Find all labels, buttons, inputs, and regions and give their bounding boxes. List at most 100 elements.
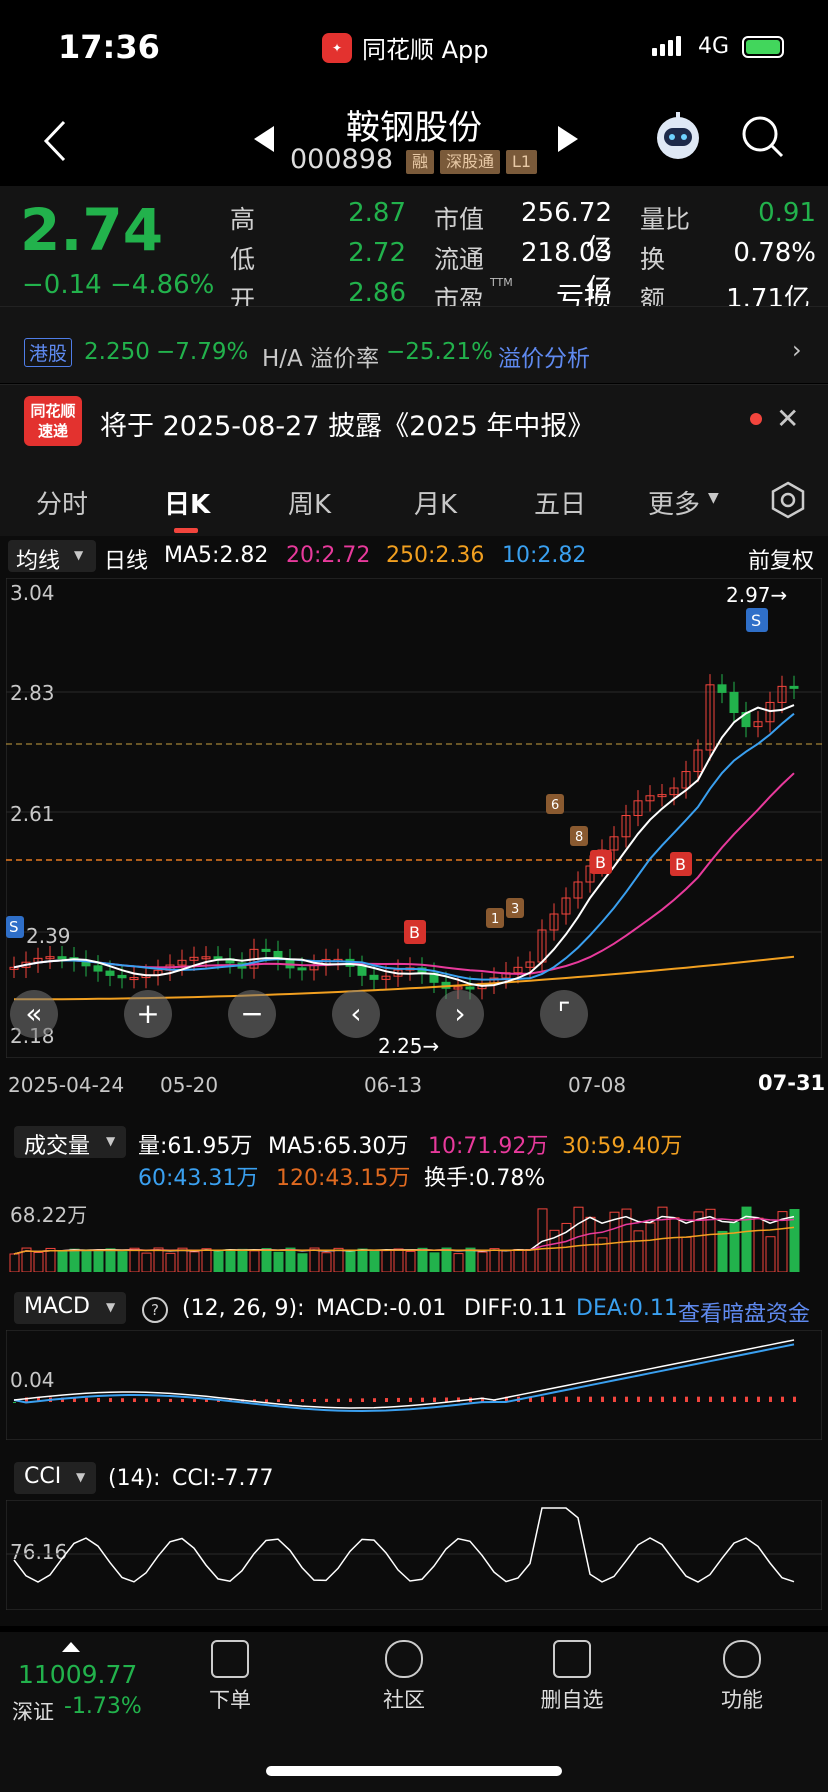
stock-name: 鞍钢股份 bbox=[346, 108, 482, 148]
cci-params: (14): bbox=[108, 1466, 161, 1491]
fullscreen-icon[interactable]: ⌜ bbox=[540, 990, 588, 1038]
volume-bar bbox=[501, 1250, 512, 1272]
kline-chart[interactable]: B B B S S 6 8 1 3 bbox=[6, 578, 822, 1058]
macd-bar bbox=[793, 1396, 796, 1402]
candle bbox=[357, 965, 367, 976]
collapse-left-icon[interactable]: « bbox=[10, 990, 58, 1038]
macd-bar bbox=[373, 1398, 376, 1402]
volume-ma120: 120:43.15万 bbox=[276, 1166, 411, 1191]
volume-bar bbox=[141, 1252, 152, 1272]
macd-value: MACD:-0.01 bbox=[316, 1296, 447, 1321]
volume-bar bbox=[369, 1249, 380, 1272]
community-button[interactable]: 社区 bbox=[344, 1640, 464, 1714]
network-type: 4G bbox=[698, 34, 730, 59]
volume-bar bbox=[477, 1251, 488, 1272]
remove-watchlist-button[interactable]: 删自选 bbox=[512, 1640, 632, 1714]
volume-bar bbox=[9, 1253, 20, 1272]
svg-text:B: B bbox=[595, 853, 606, 872]
zoom-out-icon[interactable]: − bbox=[228, 990, 276, 1038]
volume-turnover: 换手:0.78% bbox=[424, 1166, 546, 1191]
macd-bar bbox=[145, 1398, 148, 1402]
macd-bar bbox=[361, 1398, 364, 1402]
functions-button[interactable]: 功能 bbox=[682, 1640, 802, 1714]
expand-up-icon[interactable] bbox=[62, 1642, 80, 1652]
cci-caret-icon: ▼ bbox=[76, 1470, 86, 1484]
candle bbox=[789, 685, 799, 689]
app-logo-icon: ✦ bbox=[322, 32, 352, 63]
macd-bar bbox=[121, 1398, 124, 1402]
volume-bar bbox=[153, 1247, 164, 1272]
macd-chart[interactable] bbox=[6, 1330, 822, 1440]
macd-bar bbox=[433, 1397, 436, 1402]
volume-bar bbox=[81, 1249, 92, 1272]
macd-bar bbox=[757, 1396, 760, 1402]
macd-bar bbox=[385, 1398, 388, 1402]
tab-more[interactable]: 更多 bbox=[648, 484, 700, 521]
volume-bar bbox=[213, 1249, 224, 1272]
high-value: 2.87 bbox=[348, 198, 406, 228]
adjust-mode[interactable]: 前复权 bbox=[748, 543, 814, 575]
scroll-left-icon[interactable]: ‹ bbox=[332, 990, 380, 1038]
close-icon[interactable]: ✕ bbox=[776, 402, 799, 435]
svg-text:1: 1 bbox=[491, 912, 499, 927]
volume-bar bbox=[465, 1247, 476, 1272]
macd-bar bbox=[613, 1396, 616, 1402]
index-value[interactable]: 11009.77 bbox=[18, 1660, 137, 1689]
tab-weekly[interactable]: 周K bbox=[288, 484, 331, 521]
volume-bar bbox=[717, 1230, 728, 1272]
volume-bar bbox=[201, 1248, 212, 1272]
macd-diff: DIFF:0.11 bbox=[464, 1296, 568, 1321]
macd-bar bbox=[325, 1398, 328, 1402]
express-logo-bottom: 速递 bbox=[37, 422, 68, 440]
svg-text:8: 8 bbox=[575, 830, 583, 845]
premium-analysis-link[interactable]: 溢价分析 bbox=[498, 339, 590, 373]
y-tick-4: 2.39 bbox=[26, 924, 71, 948]
tag-margin: 融 bbox=[406, 150, 435, 174]
order-icon bbox=[211, 1640, 249, 1678]
volume-bar bbox=[633, 1230, 644, 1272]
volume-bar bbox=[333, 1247, 344, 1272]
volume-bar bbox=[117, 1251, 128, 1272]
svg-text:S: S bbox=[751, 611, 761, 630]
candle bbox=[117, 974, 127, 979]
candle bbox=[261, 948, 271, 952]
battery-icon bbox=[742, 36, 784, 58]
volume-bar bbox=[309, 1247, 320, 1272]
tab-intraday[interactable]: 分时 bbox=[36, 484, 88, 521]
volume-bar bbox=[441, 1247, 452, 1272]
pe-ttm-sup: TTM bbox=[490, 276, 513, 289]
ma20-label: 20:2.72 bbox=[286, 543, 371, 568]
macd-bar bbox=[181, 1399, 184, 1402]
ma10-label: 10:2.82 bbox=[502, 543, 587, 568]
help-icon[interactable]: ? bbox=[142, 1297, 168, 1323]
scroll-right-icon[interactable]: › bbox=[436, 990, 484, 1038]
order-button[interactable]: 下单 bbox=[170, 1640, 290, 1714]
volume-bar bbox=[417, 1247, 428, 1272]
tab-daily[interactable]: 日K bbox=[164, 484, 210, 521]
candle bbox=[369, 974, 379, 980]
macd-bar bbox=[685, 1396, 688, 1402]
turnover-label: 换 bbox=[640, 245, 666, 274]
macd-bar bbox=[721, 1396, 724, 1402]
macd-bar bbox=[661, 1396, 664, 1402]
macd-bar bbox=[313, 1398, 316, 1402]
volume-value: 量:61.95万 bbox=[138, 1134, 253, 1159]
tab-five-day[interactable]: 五日 bbox=[534, 484, 586, 521]
high-label: 高 bbox=[230, 205, 256, 234]
premium-label: H/A 溢价率 bbox=[262, 346, 380, 372]
dark-pool-link[interactable]: 查看暗盘资金 bbox=[678, 1296, 810, 1328]
volume-bar bbox=[177, 1247, 188, 1272]
notice-text[interactable]: 将于 2025-08-27 披露《2025 年中报》 bbox=[100, 404, 594, 443]
volume-bar bbox=[453, 1253, 464, 1272]
macd-bar bbox=[781, 1396, 784, 1402]
cci-chart[interactable] bbox=[6, 1500, 822, 1610]
settings-icon[interactable] bbox=[768, 480, 808, 520]
hk-badge: 港股 bbox=[24, 338, 73, 367]
zoom-in-icon[interactable]: + bbox=[124, 990, 172, 1038]
volume-chart[interactable] bbox=[6, 1192, 822, 1272]
tab-monthly[interactable]: 月K bbox=[414, 484, 457, 521]
svg-text:S: S bbox=[9, 918, 19, 936]
macd-bar bbox=[193, 1399, 196, 1402]
macd-bar bbox=[409, 1397, 412, 1402]
unread-dot-icon bbox=[750, 413, 762, 425]
